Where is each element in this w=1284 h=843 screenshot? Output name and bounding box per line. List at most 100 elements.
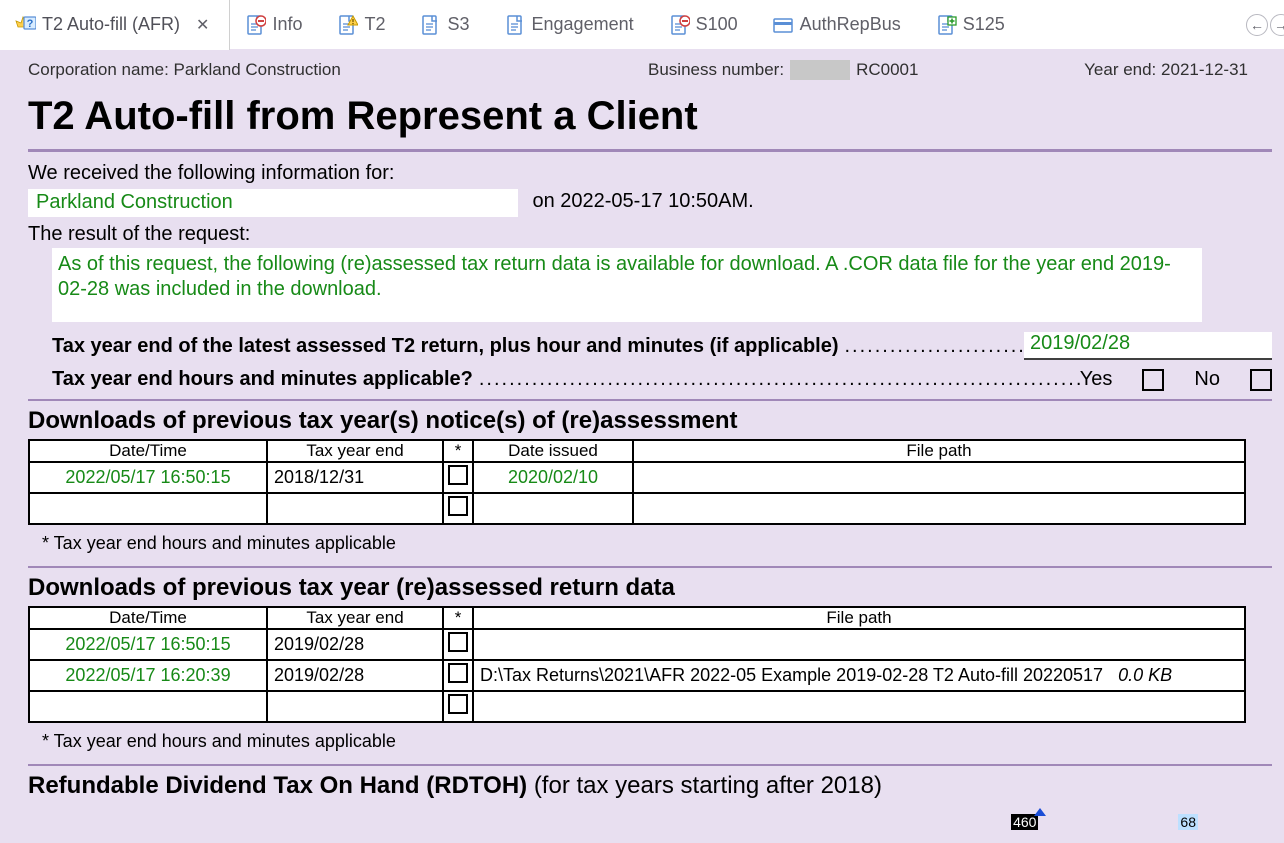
tab-label: Info <box>272 14 302 35</box>
doc-minus-icon <box>244 14 266 36</box>
notices-table: Date/Time Tax year end * Date issued Fil… <box>28 439 1246 525</box>
tab-label: T2 <box>364 14 385 35</box>
tab-label: S100 <box>696 14 738 35</box>
cell-tye <box>267 691 443 722</box>
tab-s125[interactable]: S125 <box>921 0 1025 50</box>
divider <box>28 149 1272 152</box>
row-checkbox[interactable] <box>448 496 468 516</box>
tab-engagement[interactable]: Engagement <box>490 0 654 50</box>
row-checkbox[interactable] <box>448 632 468 652</box>
cell-star <box>443 691 473 722</box>
close-icon[interactable]: ✕ <box>196 15 209 35</box>
triangle-icon <box>1034 808 1046 816</box>
doc-icon <box>504 14 526 36</box>
col-filepath: File path <box>633 440 1245 462</box>
page-title: T2 Auto-fill from Represent a Client <box>28 84 1272 149</box>
page-body: Corporation name: Parkland Construction … <box>0 50 1284 843</box>
nav-next-icon[interactable]: → <box>1270 14 1284 36</box>
corp-name-value: Parkland Construction <box>174 60 341 79</box>
yes-label: Yes <box>1080 368 1113 391</box>
cell-datetime: 2022/05/17 16:20:39 <box>29 660 267 691</box>
intro-line1: We received the following information fo… <box>28 162 1272 185</box>
box-68: 68 <box>1178 814 1198 830</box>
table-row[interactable] <box>29 493 1245 524</box>
cell-path <box>633 493 1245 524</box>
tab-t2-autofill[interactable]: T2 Auto-fill (AFR) ✕ <box>0 0 230 50</box>
col-datetime: Date/Time <box>29 607 267 629</box>
doc-icon <box>419 14 441 36</box>
returndata-table: Date/Time Tax year end * File path 2022/… <box>28 606 1246 723</box>
row-checkbox[interactable] <box>448 663 468 683</box>
col-dateissued: Date issued <box>473 440 633 462</box>
tab-label: Engagement <box>532 14 634 35</box>
doc-plus-icon <box>935 14 957 36</box>
header-row: Corporation name: Parkland Construction … <box>28 50 1272 84</box>
bn-suffix: RC0001 <box>856 60 918 80</box>
cell-path: D:\Tax Returns\2021\AFR 2022-05 Example … <box>473 660 1245 691</box>
divider <box>28 764 1272 766</box>
no-checkbox[interactable] <box>1250 369 1272 391</box>
result-text: As of this request, the following (re)as… <box>52 248 1202 322</box>
tab-label: T2 Auto-fill (AFR) <box>42 14 180 35</box>
hm-applicable-label: Tax year end hours and minutes applicabl… <box>52 368 473 391</box>
tab-s100[interactable]: S100 <box>654 0 758 50</box>
cell-path-text: D:\Tax Returns\2021\AFR 2022-05 Example … <box>480 665 1103 685</box>
col-star: * <box>443 440 473 462</box>
col-taxyearend: Tax year end <box>267 607 443 629</box>
cell-issued: 2020/02/10 <box>473 462 633 493</box>
hm-applicable-row: Tax year end hours and minutes applicabl… <box>28 368 1272 391</box>
yearend-value: 2021-12-31 <box>1161 60 1248 79</box>
col-star: * <box>443 607 473 629</box>
row-checkbox[interactable] <box>448 465 468 485</box>
col-datetime: Date/Time <box>29 440 267 462</box>
box-460-label: 460 <box>1013 814 1036 830</box>
cell-path <box>633 462 1245 493</box>
star-question-icon <box>14 14 36 36</box>
cell-datetime <box>29 493 267 524</box>
cell-datetime: 2022/05/17 16:50:15 <box>29 629 267 660</box>
received-timestamp: on 2022-05-17 10:50AM. <box>532 190 753 212</box>
cell-size: 0.0 KB <box>1118 665 1172 685</box>
cell-tye: 2019/02/28 <box>267 660 443 691</box>
bn-masked <box>790 60 850 80</box>
tab-label: S125 <box>963 14 1005 35</box>
corp-name-box[interactable]: Parkland Construction <box>28 189 518 217</box>
latest-assessed-value[interactable]: 2019/02/28 <box>1024 332 1272 360</box>
col-taxyearend: Tax year end <box>267 440 443 462</box>
table-row[interactable]: 2022/05/17 16:50:15 2018/12/31 2020/02/1… <box>29 462 1245 493</box>
cell-star <box>443 493 473 524</box>
cell-datetime <box>29 691 267 722</box>
box-460: 460 <box>1011 814 1038 830</box>
cell-issued <box>473 493 633 524</box>
table-row[interactable]: 2022/05/17 16:50:15 2019/02/28 <box>29 629 1245 660</box>
latest-assessed-label: Tax year end of the latest assessed T2 r… <box>52 335 839 358</box>
card-icon <box>772 14 794 36</box>
cell-path <box>473 629 1245 660</box>
cell-path <box>473 691 1245 722</box>
nav-arrows: ← → <box>1246 14 1280 36</box>
cell-tye: 2019/02/28 <box>267 629 443 660</box>
corp-name-label: Corporation name: <box>28 60 169 79</box>
leader-dots: ........................................… <box>839 335 1025 358</box>
yes-checkbox[interactable] <box>1142 369 1164 391</box>
no-label: No <box>1194 368 1220 391</box>
result-label: The result of the request: <box>28 223 1272 246</box>
doc-warn-icon <box>336 14 358 36</box>
nav-prev-icon[interactable]: ← <box>1246 14 1268 36</box>
divider <box>28 399 1272 401</box>
cell-star <box>443 660 473 691</box>
yearend-label: Year end: <box>1084 60 1156 79</box>
tab-authrepbus[interactable]: AuthRepBus <box>758 0 921 50</box>
cell-tye: 2018/12/31 <box>267 462 443 493</box>
tab-t2[interactable]: T2 <box>322 0 405 50</box>
section2-heading: Downloads of previous tax year (re)asses… <box>28 574 1272 602</box>
table-row[interactable]: 2022/05/17 16:20:39 2019/02/28 D:\Tax Re… <box>29 660 1245 691</box>
tab-s3[interactable]: S3 <box>405 0 489 50</box>
row-checkbox[interactable] <box>448 694 468 714</box>
cell-datetime: 2022/05/17 16:50:15 <box>29 462 267 493</box>
table-row[interactable] <box>29 691 1245 722</box>
rdtoh-heading: Refundable Dividend Tax On Hand (RDTOH) … <box>28 772 1272 800</box>
tab-info[interactable]: Info <box>230 0 322 50</box>
doc-minus-icon <box>668 14 690 36</box>
divider <box>28 566 1272 568</box>
